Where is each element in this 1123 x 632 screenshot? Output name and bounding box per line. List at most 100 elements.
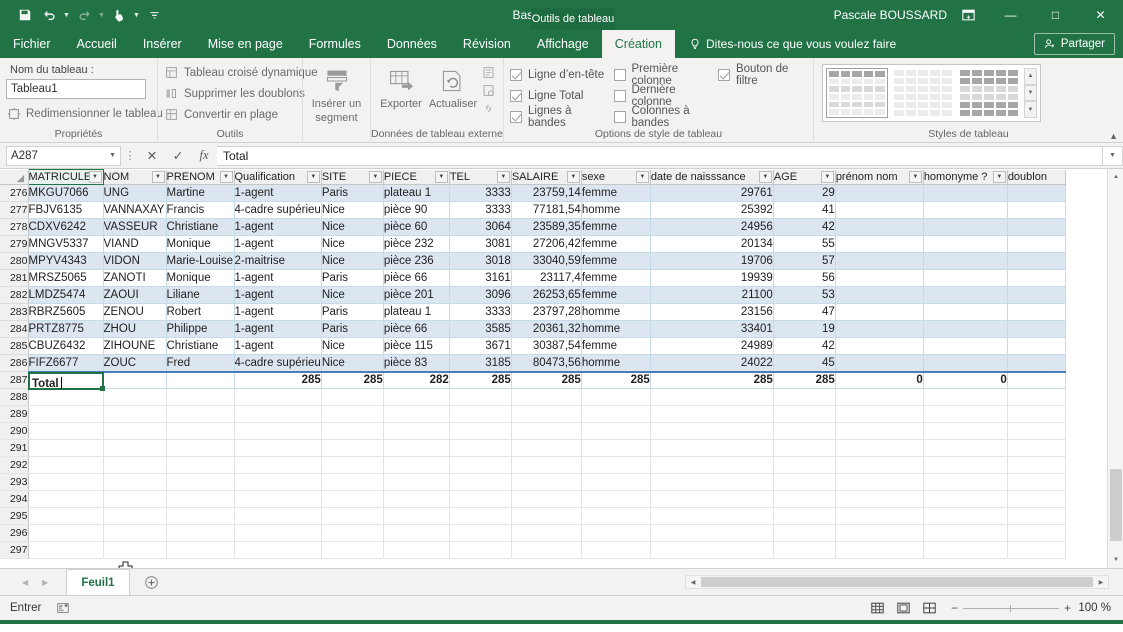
grid-cell[interactable] — [923, 354, 1008, 372]
grid-cell[interactable]: 1-agent — [234, 303, 322, 321]
tab-inserer[interactable]: Insérer — [130, 30, 195, 58]
grid-cell[interactable]: Paris — [321, 303, 384, 321]
grid-cell[interactable] — [835, 354, 924, 372]
filter-button-homonyme[interactable]: ▼ — [992, 170, 1006, 183]
total-cell[interactable]: 0 — [923, 370, 1008, 389]
total-cell[interactable]: 0 — [835, 370, 924, 389]
grid-cell[interactable] — [511, 507, 582, 525]
grid-cell[interactable]: 1-agent — [234, 337, 322, 355]
grid-cell[interactable]: 1-agent — [234, 320, 322, 338]
checkbox-premiere-colonne[interactable]: Première colonne — [613, 63, 712, 87]
grid-cell[interactable]: 55 — [773, 235, 836, 253]
grid-cell[interactable] — [581, 388, 651, 406]
grid-cell[interactable]: 23156 — [650, 303, 774, 321]
grid-cell[interactable] — [1007, 269, 1066, 287]
zoom-level-label[interactable]: 100 % — [1071, 602, 1115, 614]
grid-cell[interactable] — [1007, 490, 1066, 508]
grid-cell[interactable]: 77181,54 — [511, 201, 582, 219]
formula-bar-splitter[interactable]: ⋮ — [121, 149, 139, 162]
grid-cell[interactable]: pièce 201 — [383, 286, 450, 304]
ribbon-display-options-icon[interactable] — [961, 8, 976, 22]
grid-cell[interactable] — [166, 422, 235, 440]
grid-cell[interactable]: 3081 — [449, 235, 512, 253]
page-layout-view-icon[interactable] — [891, 598, 917, 618]
grid-cell[interactable] — [511, 405, 582, 423]
grid-cell[interactable] — [923, 184, 1008, 202]
column-header-tel[interactable]: TEL ▼ — [449, 169, 512, 185]
grid-cell[interactable] — [28, 524, 104, 542]
checkbox-derniere-colonne[interactable]: Dernière colonne — [613, 84, 712, 108]
share-button[interactable]: Partager — [1033, 33, 1115, 55]
spreadsheet-grid[interactable]: MATRICULE ▼ NOM ▼ PRENOM ▼ Qualification… — [0, 169, 1123, 568]
grid-cell[interactable] — [923, 524, 1008, 542]
grid-cell[interactable] — [166, 507, 235, 525]
resize-table-button[interactable]: Redimensionner le tableau — [6, 103, 163, 124]
grid-cell[interactable] — [103, 388, 167, 406]
grid-cell[interactable] — [835, 184, 924, 202]
grid-cell[interactable]: Christiane — [166, 337, 235, 355]
grid-cell[interactable]: Paris — [321, 269, 384, 287]
grid-cell[interactable]: 1-agent — [234, 269, 322, 287]
grid-cell[interactable]: homme — [581, 303, 651, 321]
row-header[interactable]: 283 — [0, 303, 29, 321]
grid-cell[interactable]: Monique — [166, 269, 235, 287]
grid-cell[interactable]: femme — [581, 218, 651, 236]
filter-button-nom[interactable]: ▼ — [151, 170, 165, 183]
grid-cell[interactable] — [449, 490, 512, 508]
prev-sheet-icon[interactable]: ◀ — [22, 578, 28, 587]
row-header[interactable]: 291 — [0, 439, 29, 457]
grid-cell[interactable] — [835, 337, 924, 355]
grid-cell[interactable]: Nice — [321, 218, 384, 236]
grid-cell[interactable]: 29761 — [650, 184, 774, 202]
grid-cell[interactable] — [511, 439, 582, 457]
scroll-up-icon[interactable]: ▲ — [1108, 169, 1123, 185]
sheet-tab-feuil1[interactable]: Feuil1 — [66, 569, 130, 595]
row-header[interactable]: 297 — [0, 541, 29, 559]
grid-cell[interactable] — [234, 473, 322, 491]
grid-cell[interactable]: FIFZ6677 — [28, 354, 104, 372]
grid-cell[interactable] — [923, 388, 1008, 406]
record-macro-icon[interactable] — [55, 601, 71, 615]
grid-cell[interactable]: 27206,42 — [511, 235, 582, 253]
add-sheet-icon[interactable] — [144, 575, 159, 590]
expand-formula-bar-icon[interactable]: ▼ — [1103, 145, 1123, 166]
collapse-ribbon-icon[interactable]: ▲ — [1109, 131, 1118, 141]
pivot-table-button[interactable]: Tableau croisé dynamique — [164, 62, 318, 83]
grid-cell[interactable] — [166, 405, 235, 423]
grid-cell[interactable]: VANNAXAY — [103, 201, 167, 219]
grid-cell[interactable] — [321, 507, 384, 525]
table-total-row[interactable]: 287 285 285 282 285 285 285 285 285 0 0 — [0, 370, 1066, 389]
row-header[interactable]: 282 — [0, 286, 29, 304]
grid-cell[interactable] — [581, 541, 651, 559]
tab-accueil[interactable]: Accueil — [64, 30, 130, 58]
remove-duplicates-button[interactable]: Supprimer les doublons — [164, 83, 305, 104]
total-cell[interactable]: 285 — [581, 370, 651, 389]
grid-cell[interactable] — [103, 524, 167, 542]
insert-function-icon[interactable]: fx — [191, 146, 217, 166]
column-header-date-naissance[interactable]: date de naisssance ▼ — [650, 169, 774, 185]
grid-cell[interactable]: 1-agent — [234, 286, 322, 304]
grid-cell[interactable] — [923, 269, 1008, 287]
grid-cell[interactable] — [383, 507, 450, 525]
grid-cell[interactable]: plateau 1 — [383, 303, 450, 321]
grid-cell[interactable]: Francis — [166, 201, 235, 219]
convert-range-button[interactable]: Convertir en plage — [164, 104, 296, 125]
column-header-site[interactable]: SITE ▼ — [321, 169, 384, 185]
grid-cell[interactable] — [835, 422, 924, 440]
zoom-slider-thumb[interactable] — [1009, 604, 1011, 612]
column-header-homonyme[interactable]: homonyme ? ▼ — [923, 169, 1008, 185]
filter-button-qualification[interactable]: ▼ — [306, 170, 320, 183]
grid-cell[interactable]: MKGU7066 — [28, 184, 104, 202]
grid-cell[interactable] — [773, 422, 836, 440]
table-style-option-2[interactable] — [892, 68, 954, 118]
grid-cell[interactable] — [234, 456, 322, 474]
row-header[interactable]: 281 — [0, 269, 29, 287]
grid-cell[interactable]: MNGV5337 — [28, 235, 104, 253]
grid-cell[interactable]: ZIHOUNE — [103, 337, 167, 355]
grid-cell[interactable] — [166, 490, 235, 508]
grid-cell[interactable] — [835, 473, 924, 491]
formula-input[interactable]: Total — [217, 145, 1103, 166]
grid-cell[interactable]: Nice — [321, 286, 384, 304]
filter-button-site[interactable]: ▼ — [368, 170, 382, 183]
grid-cell[interactable] — [1007, 201, 1066, 219]
